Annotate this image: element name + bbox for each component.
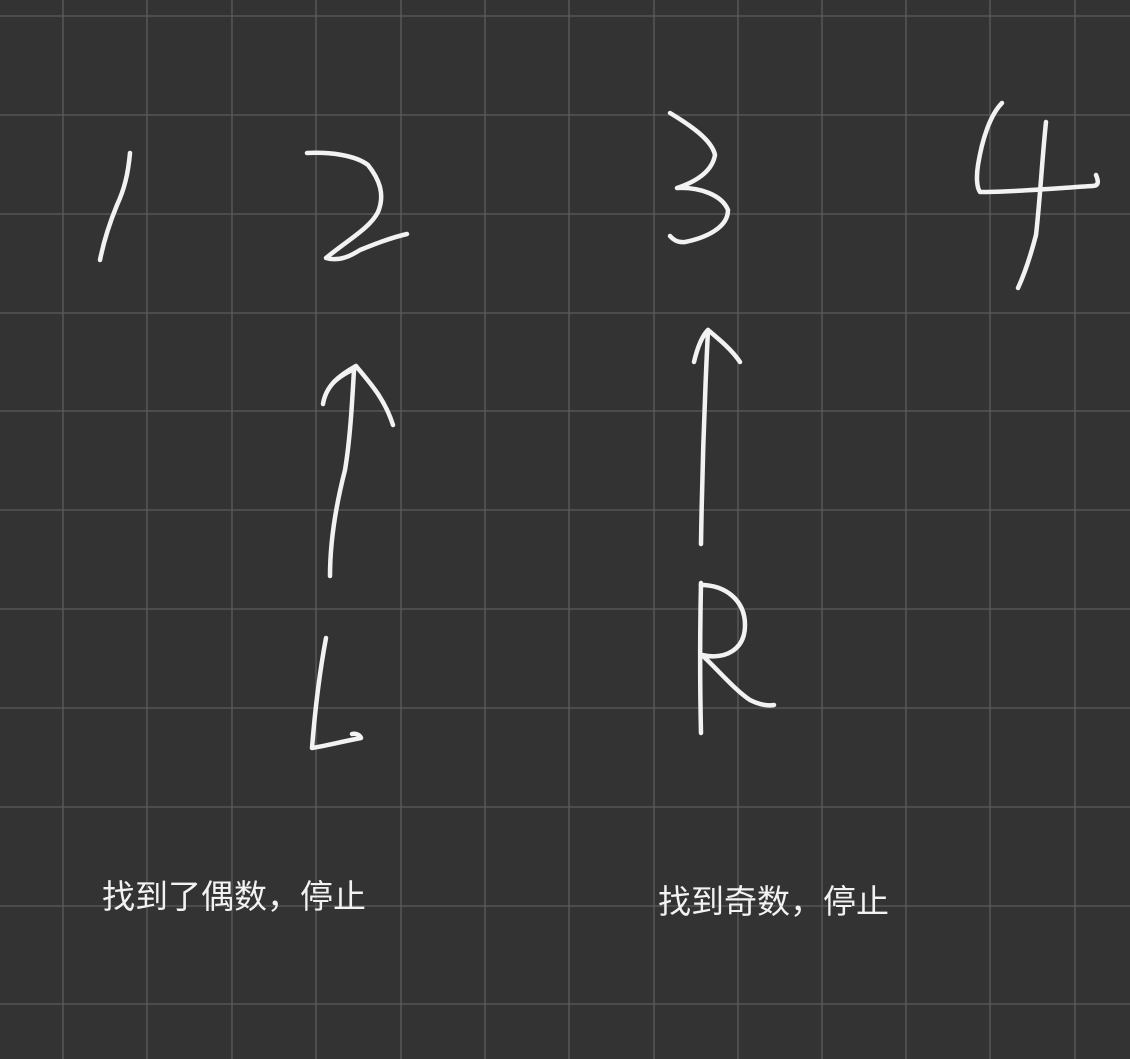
digit-1-glyph (97, 150, 133, 263)
left-note-label: 找到了偶数，停止 (102, 877, 366, 916)
digit-2-glyph (304, 150, 410, 262)
right-note-label: 找到奇数，停止 (658, 882, 889, 921)
right-pointer-arrow (691, 327, 743, 547)
right-pointer-letter (698, 580, 777, 736)
digit-4-glyph (974, 100, 1100, 291)
left-pointer-arrow (320, 363, 396, 579)
left-pointer-letter (309, 635, 364, 751)
digit-3-glyph (667, 110, 731, 245)
whiteboard-canvas: 找到了偶数，停止 找到奇数，停止 (0, 0, 1130, 1059)
